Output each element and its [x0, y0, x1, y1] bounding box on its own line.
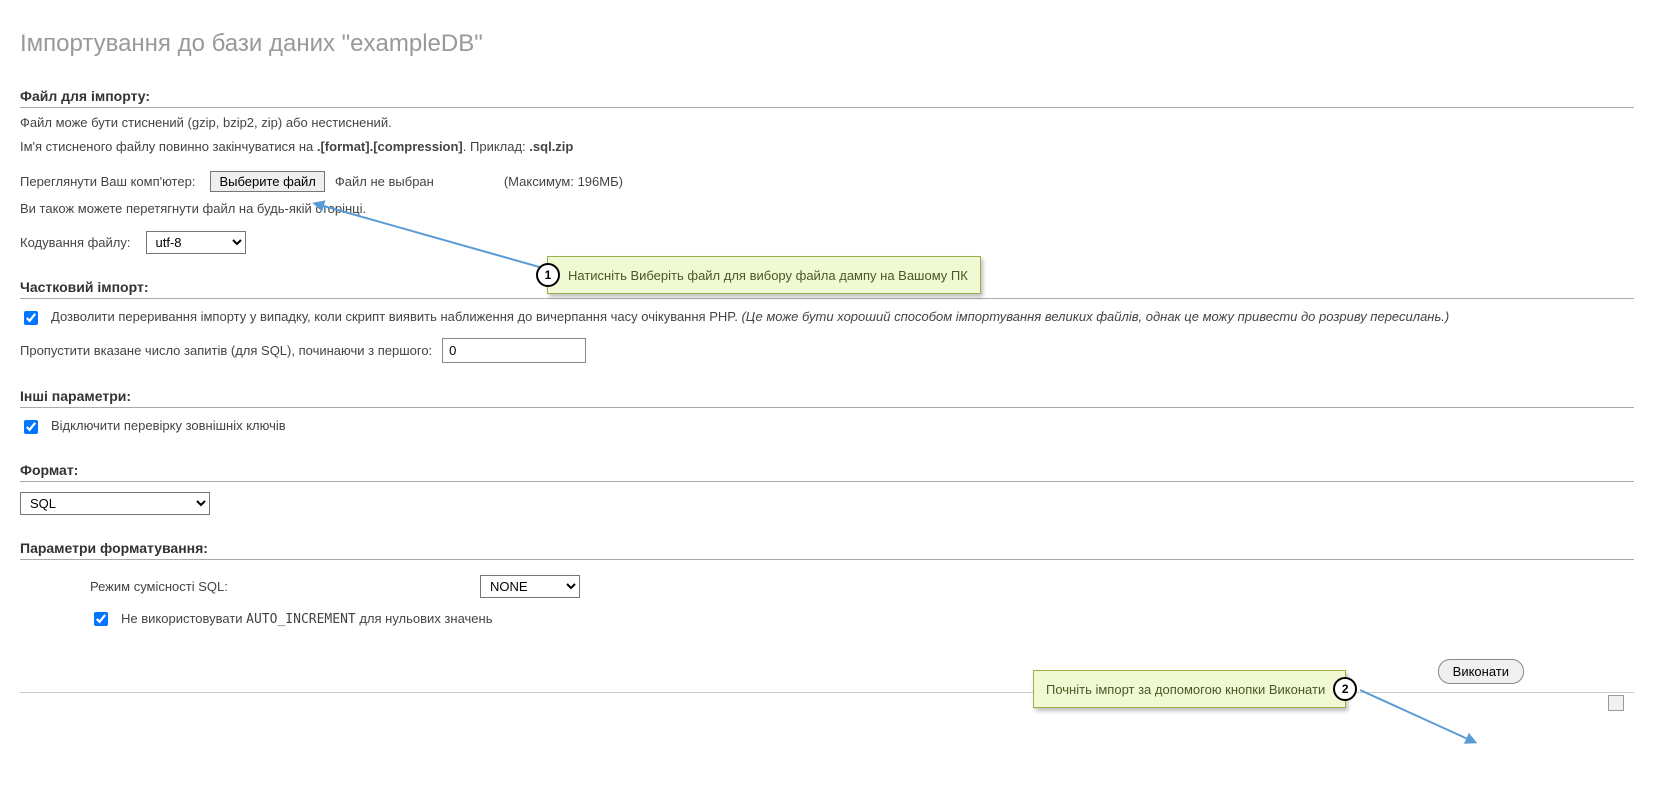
resize-handle-icon: [1608, 695, 1624, 711]
section-fmtparams-header: Параметри форматування:: [20, 540, 1634, 560]
section-other-header: Інші параметри:: [20, 388, 1634, 408]
encoding-label: Кодування файлу:: [20, 235, 131, 250]
browse-label: Переглянути Ваш комп'ютер:: [20, 174, 195, 189]
callout-1-number: 1: [536, 263, 560, 287]
footer-divider: [20, 692, 1634, 693]
callout-1-text: Натисніть Виберіть файл для вибору файла…: [568, 268, 968, 283]
noai-label: Не використовувати AUTO_INCREMENT для ну…: [121, 611, 492, 627]
max-size: (Максимум: 196МБ): [504, 174, 623, 189]
section-file-header: Файл для імпорту:: [20, 88, 1634, 108]
drag-hint: Ви також можете перетягнути файл на будь…: [20, 200, 1634, 218]
skip-input[interactable]: [442, 338, 586, 363]
allow-break-checkbox[interactable]: [24, 311, 38, 325]
callout-2-arrow: [1350, 685, 1490, 755]
file-name-hint: Ім'я стисненого файлу повинно закінчуват…: [20, 138, 1634, 156]
section-format-header: Формат:: [20, 462, 1634, 482]
compat-label: Режим сумісності SQL:: [20, 579, 480, 594]
noai-checkbox[interactable]: [94, 612, 108, 626]
execute-button[interactable]: Виконати: [1438, 659, 1524, 684]
callout-2: Почніть імпорт за допомогою кнопки Викон…: [1033, 670, 1346, 708]
encoding-select[interactable]: utf-8: [146, 231, 246, 254]
compat-select[interactable]: NONE: [480, 575, 580, 598]
file-compress-hint: Файл може бути стиснений (gzip, bzip2, z…: [20, 114, 1634, 132]
browse-file-button[interactable]: Выберите файл: [210, 171, 324, 192]
page-title: Імпортування до бази даних "exampleDB": [20, 30, 1634, 58]
callout-2-number: 2: [1333, 677, 1357, 701]
callout-2-text: Почніть імпорт за допомогою кнопки Викон…: [1046, 682, 1325, 697]
skip-label: Пропустити вказане число запитів (для SQ…: [20, 343, 432, 358]
disable-fk-label: Відключити перевірку зовнішніх ключів: [51, 418, 286, 433]
format-select[interactable]: SQL: [20, 492, 210, 515]
allow-break-label: Дозволити переривання імпорту у випадку,…: [51, 309, 1449, 324]
callout-1: 1 Натисніть Виберіть файл для вибору фай…: [547, 256, 981, 294]
file-status: Файл не выбран: [335, 174, 434, 189]
disable-fk-checkbox[interactable]: [24, 420, 38, 434]
